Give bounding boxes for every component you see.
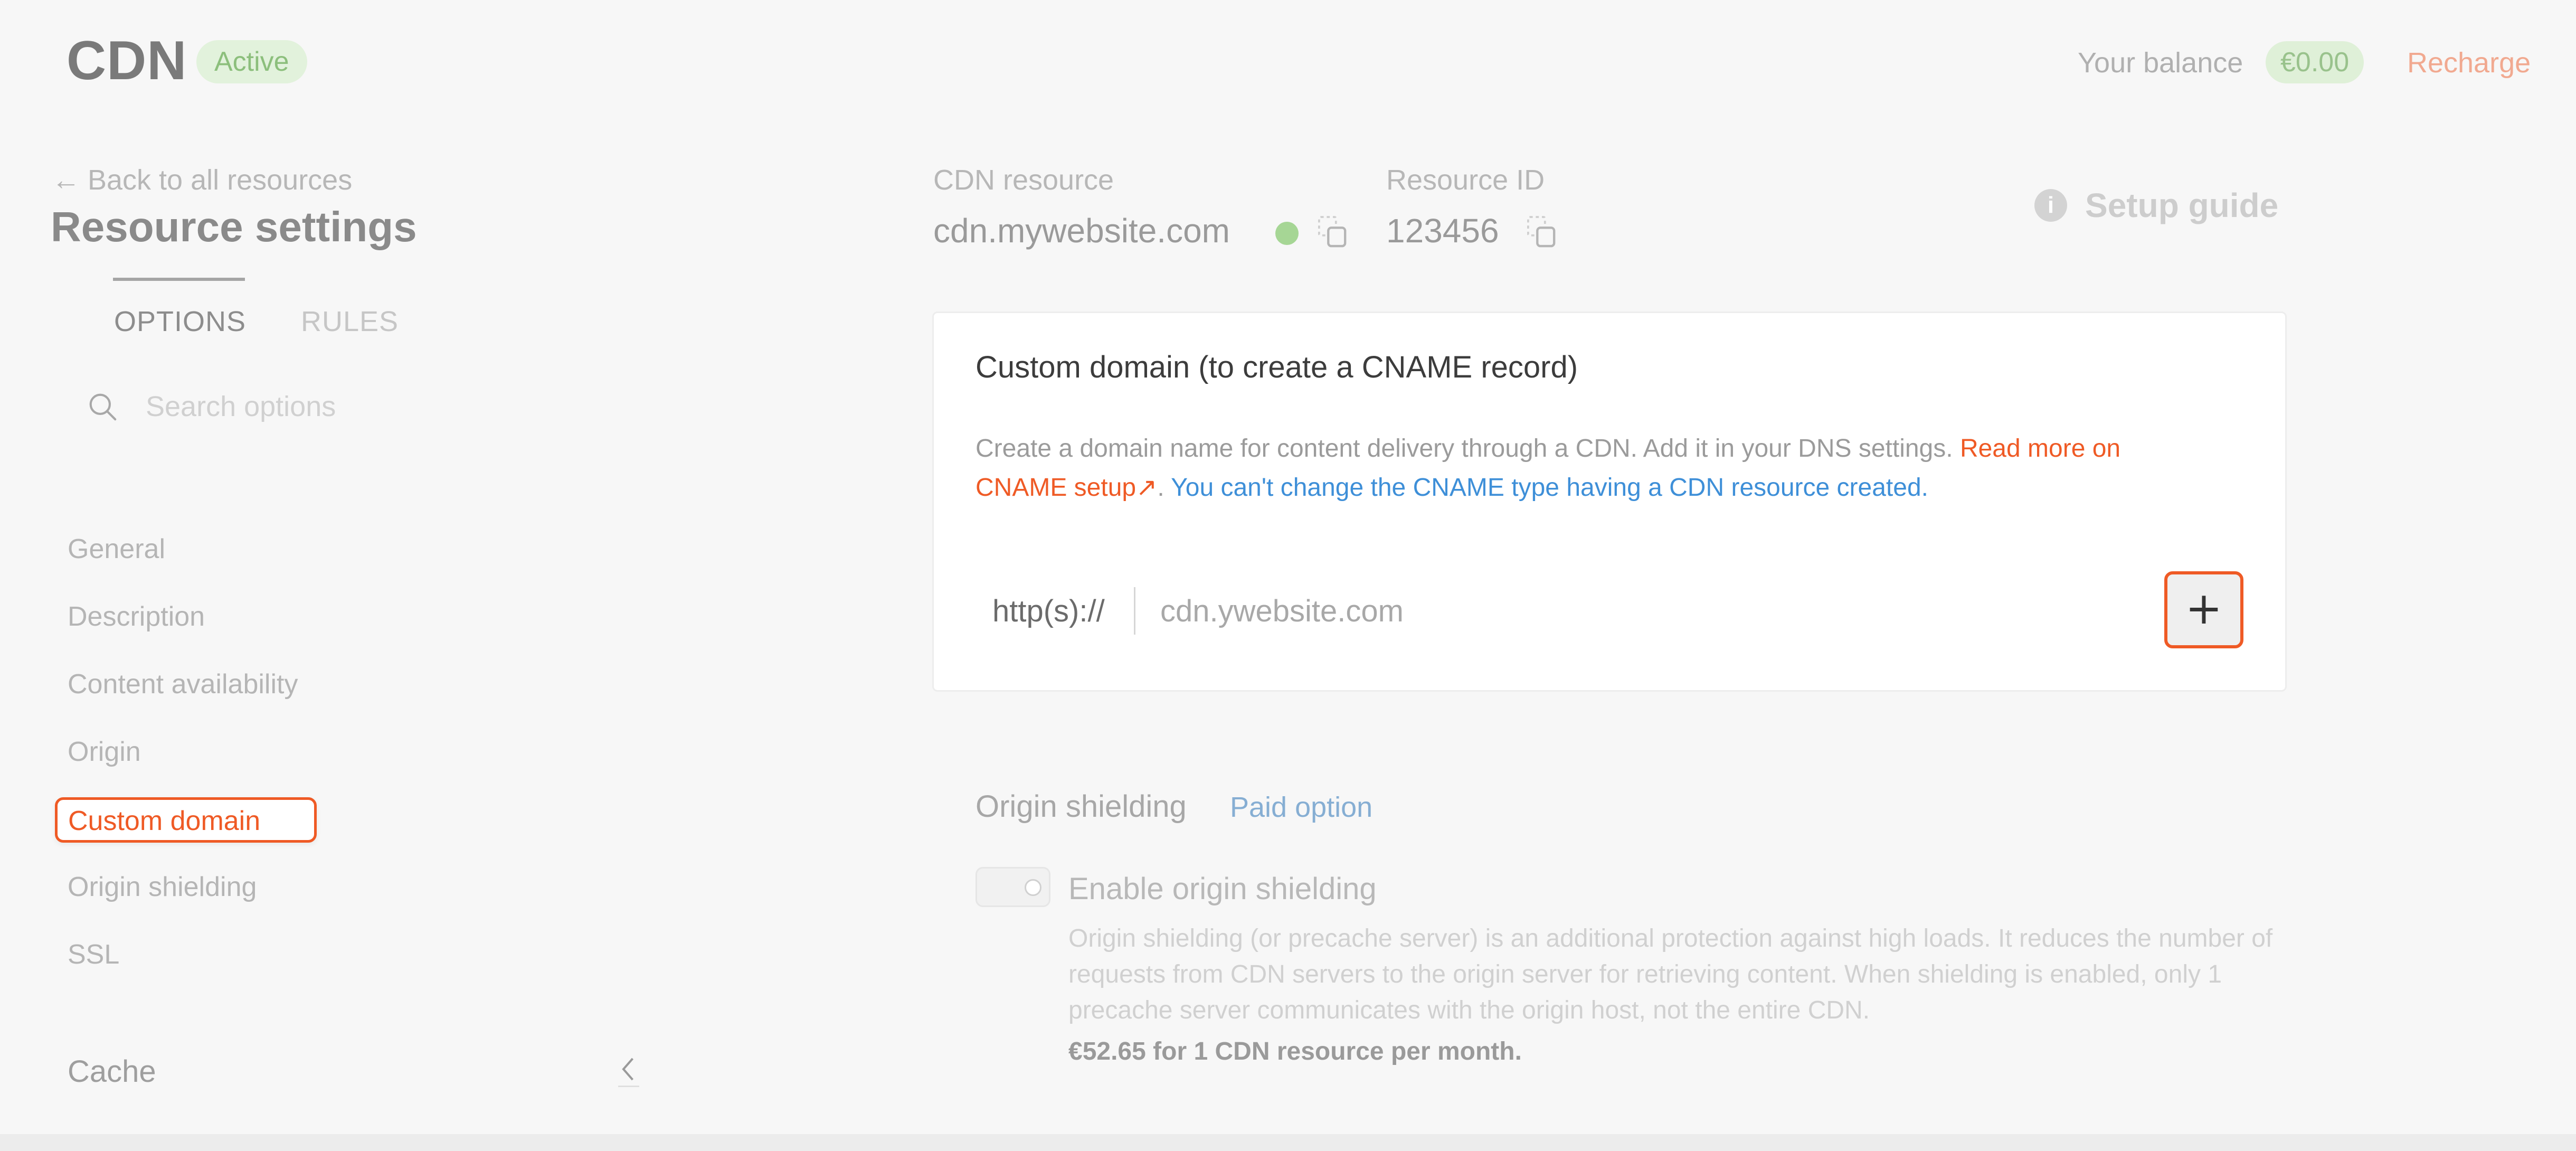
back-link[interactable]: ← Back to all resources (52, 164, 352, 196)
cdn-resource-label: CDN resource (933, 164, 1114, 196)
custom-domain-note-line: CNAME setup↗. You can't change the CNAME… (976, 474, 1928, 502)
tab-options[interactable]: OPTIONS (114, 305, 246, 338)
back-link-label: Back to all resources (88, 164, 353, 196)
custom-domain-title: Custom domain (to create a CNAME record) (976, 350, 1578, 384)
copy-icon[interactable] (1318, 215, 1348, 249)
page: CDN Active Your balance €0.00 Recharge ←… (0, 0, 2576, 1151)
sidebar-item-origin[interactable]: Origin (68, 736, 141, 768)
sidebar-group-cache[interactable]: Cache (68, 1054, 156, 1089)
sidebar-item-ssl[interactable]: SSL (68, 939, 119, 970)
recharge-link[interactable]: Recharge (2407, 46, 2531, 79)
copy-icon[interactable] (1527, 215, 1557, 249)
sidebar-item-label: Custom domain (68, 806, 261, 836)
origin-shielding-toggle[interactable] (976, 867, 1050, 907)
custom-domain-description: Create a domain name for content deliver… (976, 434, 2120, 463)
add-domain-button[interactable]: + (2164, 571, 2243, 648)
sidebar-item-custom-domain[interactable]: Custom domain (55, 797, 317, 843)
page-title: Resource settings (51, 203, 417, 250)
sidebar-item-general[interactable]: General (68, 533, 165, 565)
origin-shielding-price: €52.65 for 1 CDN resource per month. (1068, 1037, 1522, 1065)
cname-note: You can't change the CNAME type having a… (1171, 474, 1928, 502)
arrow-left-icon: ← (52, 164, 80, 196)
balance-value: €0.00 (2266, 41, 2364, 83)
paid-option-link[interactable]: Paid option (1230, 791, 1372, 824)
origin-shielding-description: Origin shielding (or precache server) is… (1068, 924, 2273, 1024)
resource-id-value: 123456 (1386, 212, 1499, 250)
description-text: Create a domain name for content deliver… (976, 435, 1953, 463)
tab-rules[interactable]: RULES (301, 305, 399, 338)
custom-domain-input[interactable] (1160, 587, 2110, 635)
origin-shielding-toggle-label: Enable origin shielding (1068, 872, 1377, 906)
toggle-knob (1025, 879, 1041, 896)
origin-shielding-title: Origin shielding (976, 789, 1187, 824)
setup-guide-label: Setup guide (2085, 186, 2279, 224)
search-input[interactable] (146, 386, 515, 427)
chevron-left-icon[interactable] (615, 1051, 642, 1088)
sidebar-item-description[interactable]: Description (68, 601, 205, 633)
bottom-scrollbar[interactable] (0, 1134, 2576, 1151)
prefix-divider (1134, 587, 1135, 635)
read-more-link[interactable]: Read more on (1960, 435, 2120, 463)
tab-underline (113, 278, 245, 281)
resource-id-label: Resource ID (1386, 164, 1545, 196)
sidebar-item-origin-shielding[interactable]: Origin shielding (68, 871, 257, 903)
balance-label: Your balance (2078, 47, 2243, 79)
status-dot (1275, 222, 1299, 245)
sidebar-item-content-availability[interactable]: Content availability (68, 668, 298, 700)
setup-guide-link[interactable]: i Setup guide (2034, 186, 2278, 225)
cdn-resource-value: cdn.mywebsite.com (933, 212, 1230, 250)
protocol-prefix: http(s):// (992, 594, 1105, 628)
cname-setup-link[interactable]: CNAME setup (976, 474, 1136, 502)
search-icon (89, 393, 117, 421)
status-badge: Active (196, 40, 307, 83)
external-link-icon: ↗ (1136, 474, 1158, 502)
info-icon: i (2034, 189, 2067, 222)
app-title: CDN (67, 30, 187, 91)
